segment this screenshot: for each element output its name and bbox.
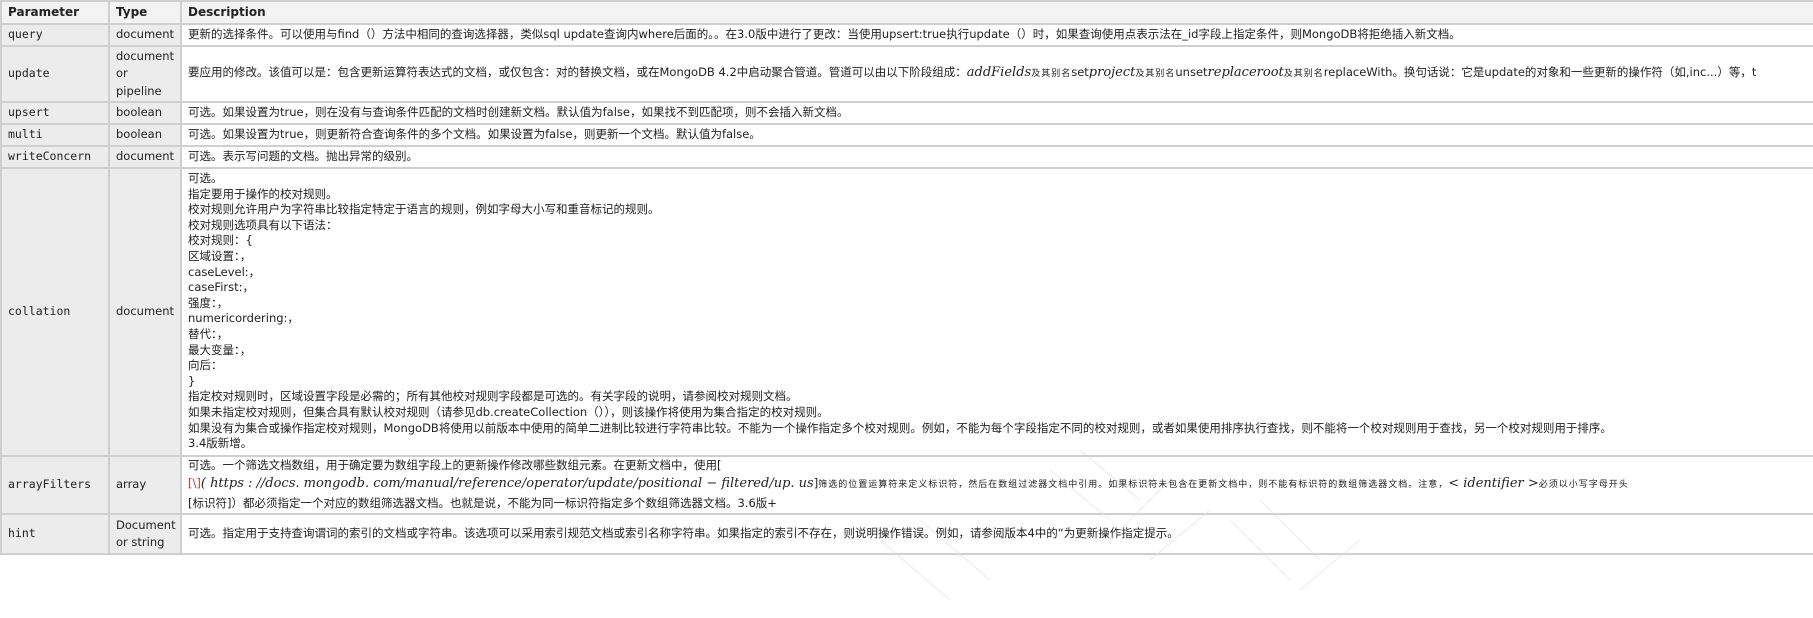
param-description: 可选。如果设置为true，则更新符合查询条件的多个文档。如果设置为false，则… [180,123,1813,147]
table-header-row: Parameter Type Description [0,0,1813,25]
param-type: boolean [108,101,182,125]
param-description: 可选。一个筛选文档数组，用于确定要为数组字段上的更新操作修改哪些数组元素。在更新… [180,455,1813,515]
desc-text: 要应用的修改。该值可以是：包含更新运算符表达式的文档，或仅包含：对的替换文档，或… [188,65,967,80]
param-type: Document or string [108,513,182,555]
param-type: array [108,455,182,515]
table-row: upsert boolean 可选。如果设置为true，则在没有与查询条件匹配的… [0,101,1813,125]
header-description: Description [180,0,1813,25]
param-type: document or pipeline [108,45,182,103]
param-name: writeConcern [0,145,110,169]
table-row: hint Document or string 可选。指定用于支持查询谓词的索引… [0,513,1813,555]
desc-line: 最大变量：， [188,342,252,357]
param-description: 要应用的修改。该值可以是：包含更新运算符表达式的文档，或仅包含：对的替换文档，或… [180,45,1813,103]
param-name: query [0,23,110,47]
table-row: arrayFilters array 可选。一个筛选文档数组，用于确定要为数组字… [0,455,1813,515]
math-text: < identifier > [1448,476,1539,492]
desc-small-text: 筛选的位置运算符来定义标识符，然后在数组过滤器文档中引用。如果标识符未包含在更新… [818,480,1449,491]
desc-line: [标识符]）都必须指定一个对应的数组筛选器文档。也就是说，不能为同一标识符指定多… [188,495,777,510]
param-description: 可选。指定用于支持查询谓词的索引的文档或字符串。该选项可以采用索引规范文档或索引… [180,513,1813,555]
desc-small-text: 及其别名 [1283,69,1324,80]
desc-line: [\]( https : //docs. mongodb. com/manual… [188,475,1807,495]
type-line: or [116,66,128,81]
desc-small-text: 及其别名 [1135,69,1176,80]
param-name: update [0,45,110,103]
page: Parameter Type Description query documen… [0,0,1813,618]
math-text: ( https : //docs. mongodb. com/manual/re… [200,476,814,492]
desc-line: 指定校对规则时，区域设置字段是必需的；所有其他校对规则字段都是可选的。有关字段的… [188,389,798,404]
desc-line: 可选。一个筛选文档数组，用于确定要为数组字段上的更新操作修改哪些数组元素。在更新… [188,458,722,473]
type-line: or string [116,535,165,549]
type-line: Document [116,517,176,532]
desc-line: caseLevel:， [188,264,261,279]
table-row: multi boolean 可选。如果设置为true，则更新符合查询条件的多个文… [0,123,1813,147]
desc-line: 校对规则允许用户为字符串比较指定特定于语言的规则，例如字母大小写和重音标记的规则… [188,202,660,217]
param-type: document [108,167,182,457]
desc-line: 指定要用于操作的校对规则。 [188,186,338,201]
param-name: multi [0,123,110,147]
table-row: collation document 可选。 指定要用于操作的校对规则。 校对规… [0,167,1813,457]
math-text: project [1088,65,1136,81]
desc-line: } [188,373,196,388]
type-line: pipeline [116,83,162,98]
desc-line: 替代：， [188,326,229,341]
table-row: query document 更新的选择条件。可以使用与find（）方法中相同的… [0,23,1813,47]
desc-text: set [1071,65,1089,80]
desc-line: 3.4版新增。 [188,436,253,451]
desc-text: unset [1175,65,1208,80]
type-line: document [116,48,175,63]
desc-small-text: 及其别名 [1031,69,1072,80]
param-description: 可选。如果设置为true，则在没有与查询条件匹配的文档时创建新文档。默认值为fa… [180,101,1813,125]
bracket-text: [\] [188,476,201,491]
param-name: arrayFilters [0,455,110,515]
param-description: 更新的选择条件。可以使用与find（）方法中相同的查询选择器，类似sql upd… [180,23,1813,47]
table-row: update document or pipeline 要应用的修改。该值可以是… [0,45,1813,103]
param-name: upsert [0,101,110,125]
desc-line: 可选。 [188,171,223,185]
param-name: collation [0,167,110,457]
param-description: 可选。表示写问题的文档。抛出异常的级别。 [180,145,1813,169]
desc-line: 校对规则：{ [188,233,253,248]
header-parameter: Parameter [0,0,110,25]
math-text: replaceroot [1207,65,1284,81]
desc-line: 校对规则选项具有以下语法： [188,217,338,232]
desc-line: numericordering:， [188,311,299,326]
desc-line: 强度：， [188,295,229,310]
param-type: document [108,145,182,169]
desc-text: replaceWith。换句话说：它是update的对象和一些更新的操作符（如,… [1323,65,1757,80]
param-name: hint [0,513,110,555]
table-row: writeConcern document 可选。表示写问题的文档。抛出异常的级… [0,145,1813,169]
param-description: 可选。 指定要用于操作的校对规则。 校对规则允许用户为字符串比较指定特定于语言的… [180,167,1813,457]
desc-line: 如果未指定校对规则，但集合具有默认校对规则（请参见db.createCollec… [188,404,829,419]
param-type: document [108,23,182,47]
desc-line: caseFirst:， [188,280,255,295]
header-type: Type [108,0,182,25]
desc-line: 区域设置：， [188,248,252,263]
math-text: addFields [966,65,1032,81]
desc-line: 如果没有为集合或操作指定校对规则，MongoDB将使用以前版本中使用的简单二进制… [188,420,1612,435]
param-type: boolean [108,123,182,147]
parameters-table: Parameter Type Description query documen… [0,0,1813,555]
desc-small-text: 必须以小写字母开头 [1538,480,1629,491]
desc-line: 向后： [188,358,223,373]
